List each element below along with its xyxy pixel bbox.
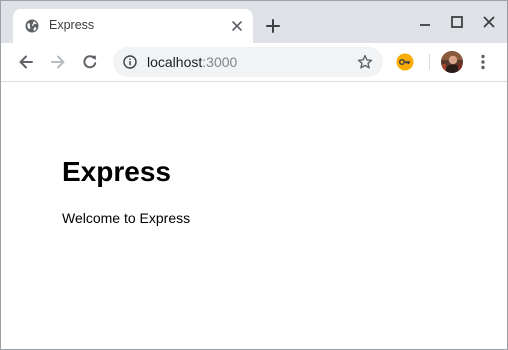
page-title: Express (62, 156, 171, 187)
url-host: localhost (147, 54, 203, 70)
browser-window: Express localhost:3000 Express Welcome t… (0, 0, 508, 350)
close-icon[interactable] (231, 20, 243, 32)
arrow-right-icon[interactable] (49, 53, 67, 71)
welcome-text: Welcome to Express (62, 210, 191, 226)
browser-toolbar: localhost:3000 (1, 43, 507, 82)
arrow-left-icon[interactable] (17, 53, 35, 71)
more-vert-icon[interactable] (475, 53, 491, 71)
toolbar-divider (429, 54, 430, 70)
close-icon[interactable] (482, 15, 496, 29)
globe-icon (25, 19, 39, 33)
profile-picture-icon (441, 51, 463, 73)
page-content: Express Welcome to Express (1, 82, 507, 349)
info-icon[interactable] (123, 55, 137, 69)
reload-icon[interactable] (81, 53, 99, 71)
url-text[interactable]: localhost:3000 (147, 54, 237, 70)
url-port: :3000 (202, 54, 238, 70)
tab-strip: Express (1, 1, 507, 43)
plus-icon[interactable] (265, 18, 281, 34)
avatar[interactable] (441, 51, 463, 73)
tab-express[interactable]: Express (13, 9, 253, 43)
minimize-icon[interactable] (418, 15, 432, 29)
star-icon[interactable] (357, 54, 373, 70)
tab-title: Express (49, 18, 95, 32)
address-bar[interactable]: localhost:3000 (113, 47, 383, 77)
key-icon[interactable] (396, 53, 414, 71)
maximize-icon[interactable] (450, 15, 464, 29)
